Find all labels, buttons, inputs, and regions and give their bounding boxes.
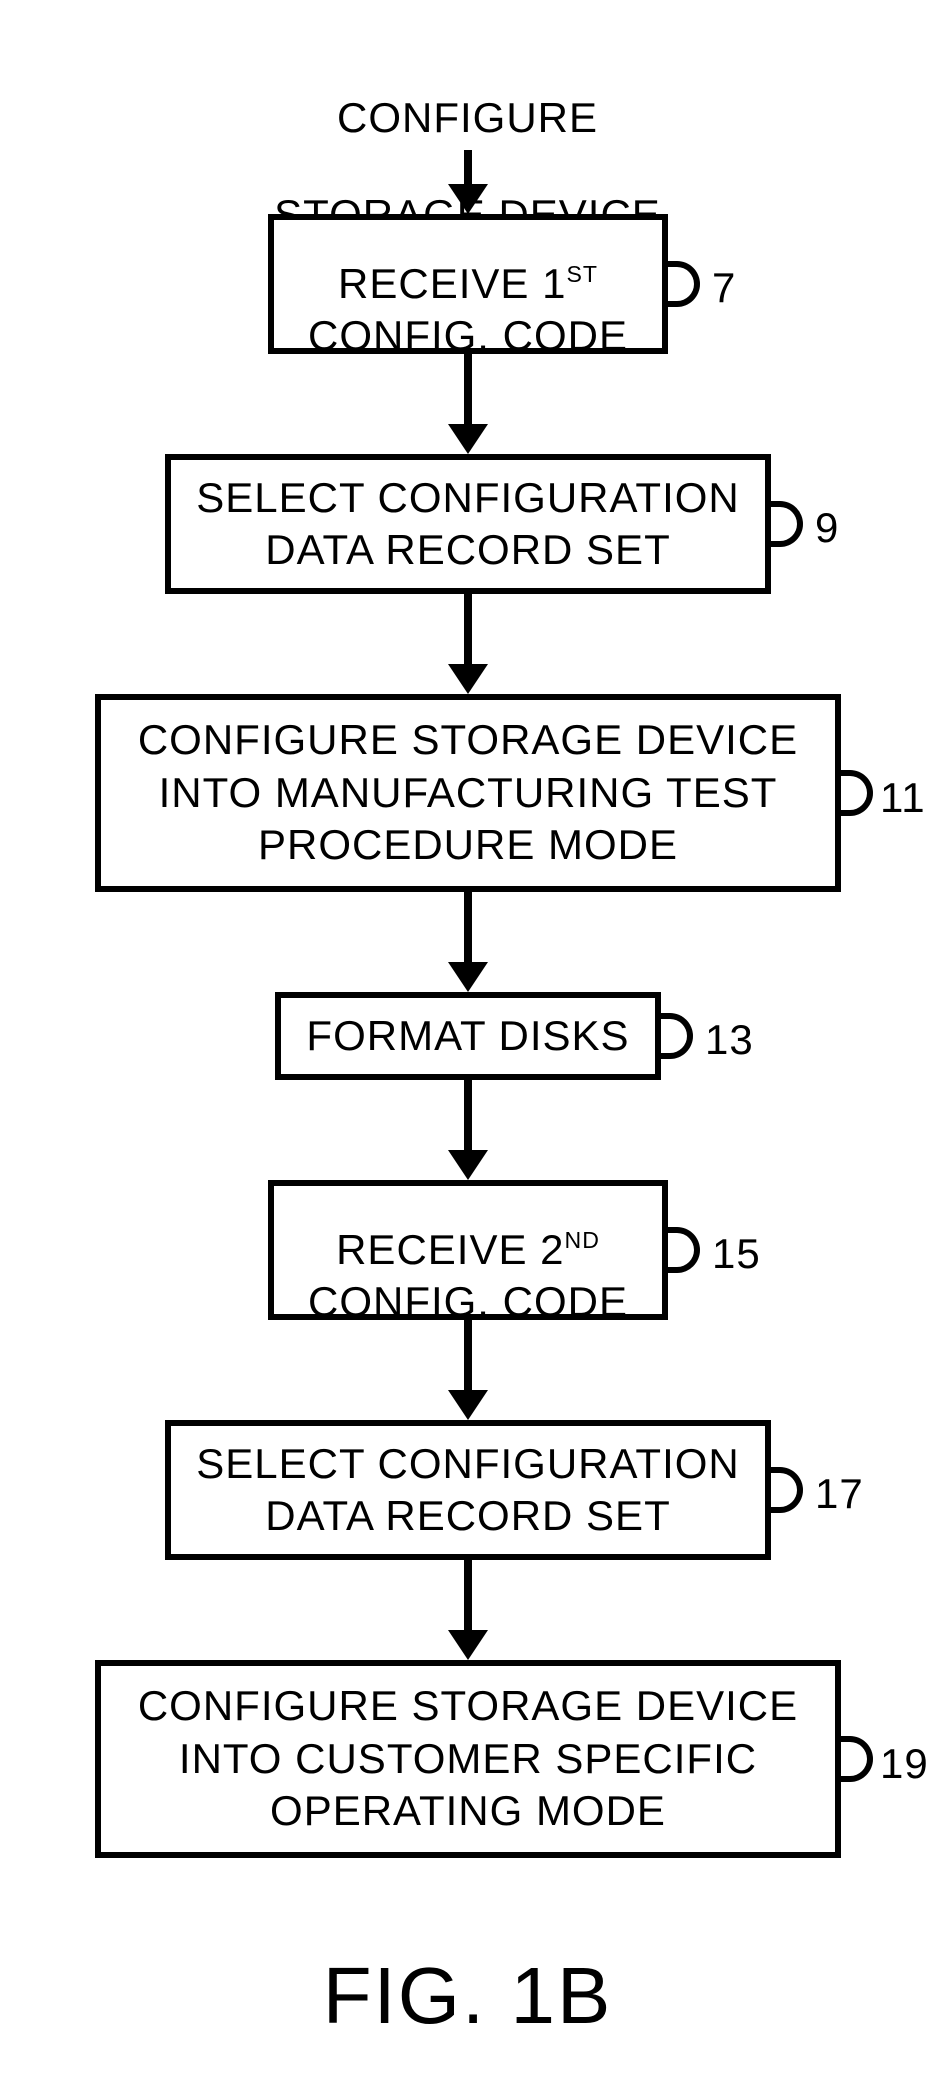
step-7-box: RECEIVE 1ST CONFIG. CODE [268, 214, 668, 354]
step-13-box: FORMAT DISKS [275, 992, 661, 1080]
step-9-label: SELECT CONFIGURATION DATA RECORD SET [196, 472, 740, 577]
ref-17: 17 [815, 1470, 864, 1518]
arrow-icon [448, 1560, 488, 1660]
arrow-icon [448, 354, 488, 454]
step-11-box: CONFIGURE STORAGE DEVICE INTO MANUFACTUR… [95, 694, 841, 892]
leader-line [839, 1736, 873, 1782]
leader-line [839, 770, 873, 816]
leader-line [666, 261, 700, 307]
step-11-label: CONFIGURE STORAGE DEVICE INTO MANUFACTUR… [138, 714, 798, 872]
ref-19: 19 [880, 1740, 929, 1788]
figure-caption: FIG. 1B [323, 1950, 613, 2042]
ref-13: 13 [705, 1016, 754, 1064]
step-17-label: SELECT CONFIGURATION DATA RECORD SET [196, 1438, 740, 1543]
ref-7: 7 [712, 264, 736, 312]
ref-11: 11 [880, 774, 926, 822]
step-7-label: RECEIVE 1ST CONFIG. CODE [308, 205, 628, 363]
leader-line [769, 1467, 803, 1513]
step-19-box: CONFIGURE STORAGE DEVICE INTO CUSTOMER S… [95, 1660, 841, 1858]
arrow-icon [448, 594, 488, 694]
step-17-box: SELECT CONFIGURATION DATA RECORD SET [165, 1420, 771, 1560]
step-13-label: FORMAT DISKS [306, 1010, 629, 1063]
leader-line [769, 501, 803, 547]
step-15-box: RECEIVE 2ND CONFIG. CODE [268, 1180, 668, 1320]
step-15-label: RECEIVE 2ND CONFIG. CODE [308, 1171, 628, 1329]
step-19-label: CONFIGURE STORAGE DEVICE INTO CUSTOMER S… [138, 1680, 798, 1838]
leader-line [659, 1013, 693, 1059]
title-line-1: CONFIGURE [337, 94, 598, 141]
ref-15: 15 [712, 1230, 761, 1278]
step-9-box: SELECT CONFIGURATION DATA RECORD SET [165, 454, 771, 594]
arrow-icon [448, 1320, 488, 1420]
arrow-icon [448, 892, 488, 992]
leader-line [666, 1227, 700, 1273]
ref-9: 9 [815, 504, 839, 552]
arrow-icon [448, 1080, 488, 1180]
